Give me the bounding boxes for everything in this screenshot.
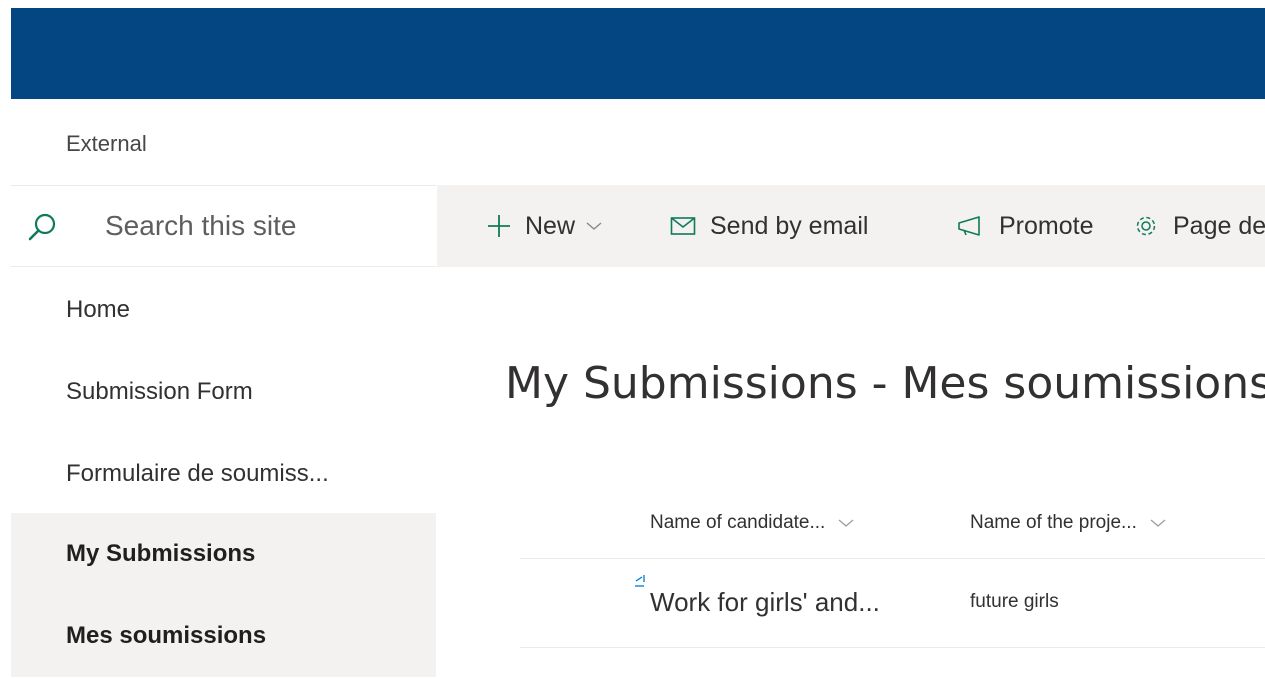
new-button[interactable]: New bbox=[487, 185, 603, 267]
promote-label: Promote bbox=[999, 211, 1094, 240]
nav-item-home[interactable]: Home bbox=[11, 269, 436, 351]
row-title-link[interactable]: Work for girls' and... bbox=[650, 587, 880, 618]
nav-item-label: Home bbox=[66, 296, 131, 323]
left-navigation: Search this site Home Submission Form Fo… bbox=[11, 185, 436, 678]
column-header-label: Name of the proje... bbox=[970, 512, 1137, 533]
gear-icon bbox=[1136, 216, 1156, 236]
search-icon bbox=[27, 212, 57, 242]
nav-item-label: Formulaire de soumiss... bbox=[66, 460, 329, 487]
nav-item-submission-form[interactable]: Submission Form bbox=[11, 351, 436, 433]
chevron-down-icon bbox=[1150, 519, 1166, 527]
site-name[interactable]: External bbox=[66, 131, 147, 157]
table-row[interactable]: Work for girls' and... future girls bbox=[520, 559, 1265, 648]
column-header-candidate[interactable]: Name of candidate... bbox=[650, 512, 855, 534]
nav-item-mes-soumissions[interactable]: Mes soumissions bbox=[11, 595, 436, 677]
row-project-cell: future girls bbox=[970, 591, 1059, 612]
column-header-project[interactable]: Name of the proje... bbox=[970, 512, 1167, 534]
nav-item-my-submissions[interactable]: My Submissions bbox=[11, 513, 436, 595]
site-header: External bbox=[11, 99, 1265, 185]
new-button-label: New bbox=[525, 211, 576, 240]
list-header: Name of candidate... Name of the proje..… bbox=[520, 500, 1265, 559]
send-by-email-label: Send by email bbox=[710, 211, 869, 240]
chevron-down-icon bbox=[586, 222, 602, 230]
suite-bar bbox=[11, 8, 1265, 99]
search-input[interactable]: Search this site bbox=[105, 210, 296, 242]
nav-item-label: Mes soumissions bbox=[66, 622, 267, 649]
chevron-down-icon bbox=[838, 519, 854, 527]
search-box[interactable]: Search this site bbox=[11, 185, 436, 267]
plus-icon bbox=[488, 215, 510, 237]
page-details-button[interactable]: Page details bbox=[1133, 185, 1265, 267]
megaphone-icon bbox=[958, 216, 980, 236]
command-bar: New Send by email Promote Page details bbox=[437, 185, 1265, 267]
nav-item-label: Submission Form bbox=[66, 378, 253, 405]
new-item-icon bbox=[634, 574, 648, 593]
page-details-label: Page details bbox=[1173, 211, 1265, 240]
promote-button[interactable]: Promote bbox=[957, 185, 1093, 267]
send-by-email-button[interactable]: Send by email bbox=[670, 185, 868, 267]
mail-icon bbox=[670, 217, 696, 235]
page-title: My Submissions - Mes soumissions bbox=[505, 358, 1265, 409]
nav-item-formulaire-de-soumission[interactable]: Formulaire de soumiss... bbox=[11, 433, 436, 515]
column-header-label: Name of candidate... bbox=[650, 512, 826, 533]
nav-item-label: My Submissions bbox=[66, 540, 256, 567]
